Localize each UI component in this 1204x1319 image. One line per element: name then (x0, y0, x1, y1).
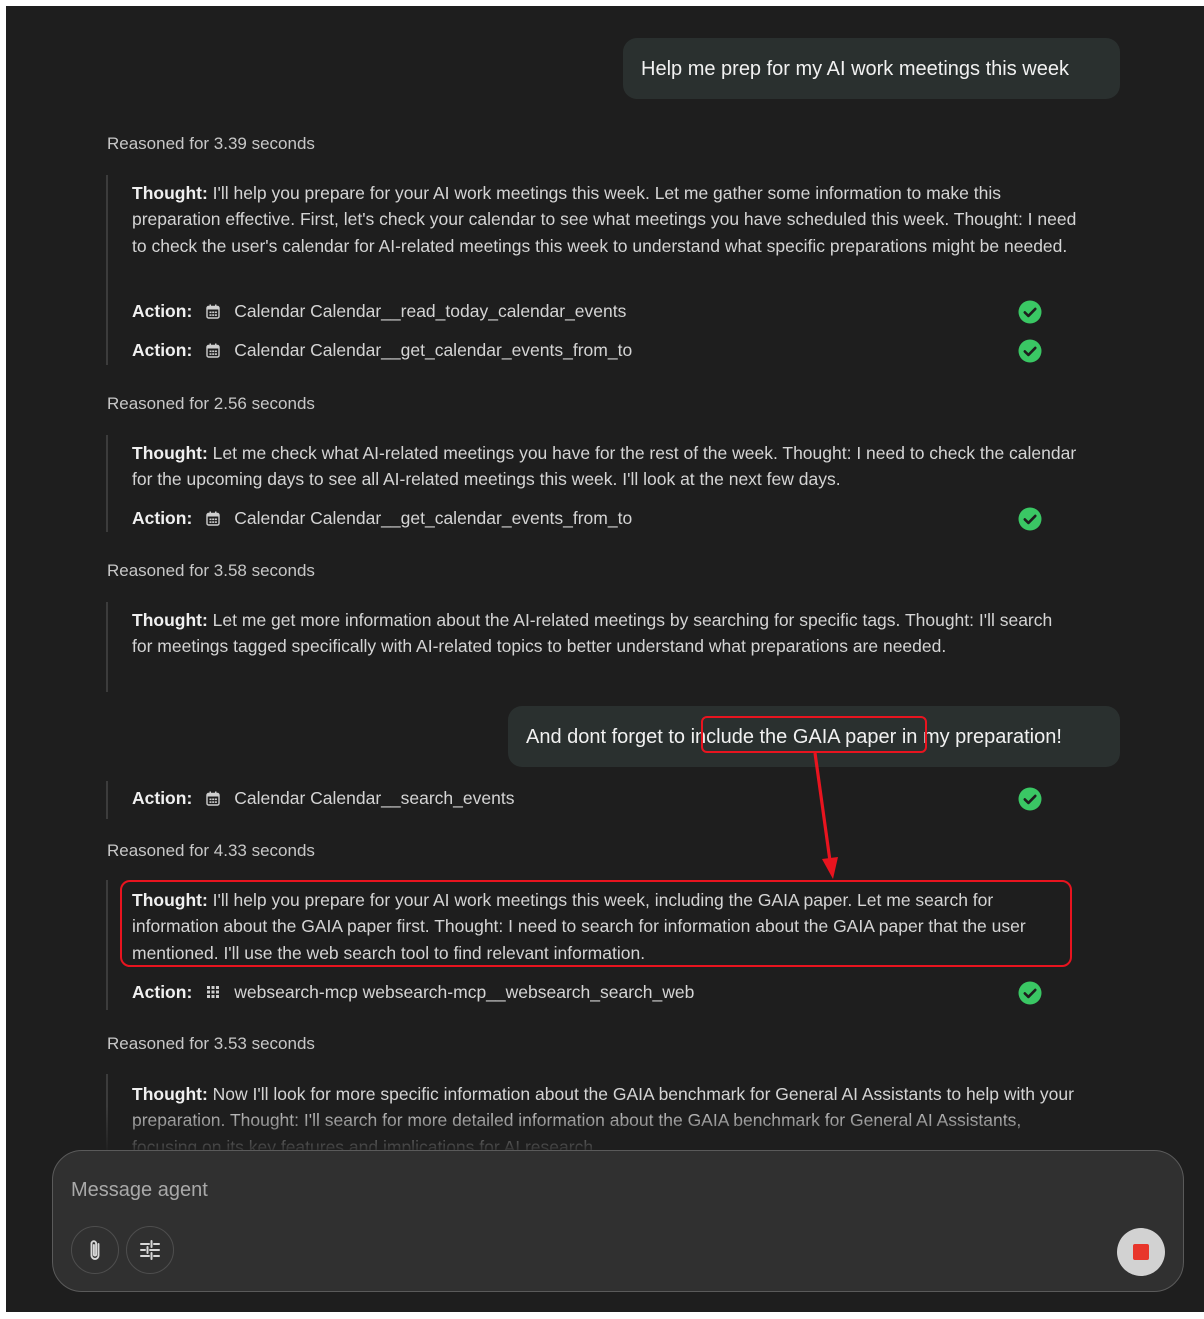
reasoned-duration[interactable]: Reasoned for 2.56 seconds (107, 393, 315, 415)
paperclip-icon (90, 1240, 100, 1260)
message-input[interactable]: Message agent (71, 1179, 208, 1202)
action-label: Action: (132, 300, 193, 321)
success-check-icon (1018, 507, 1042, 531)
thought-text: Thought: Let me get more information abo… (132, 607, 1077, 660)
calendar-icon (205, 790, 221, 806)
success-check-icon (1018, 339, 1042, 363)
message-composer[interactable]: Message agent (52, 1150, 1184, 1292)
reasoned-duration[interactable]: Reasoned for 3.53 seconds (107, 1033, 315, 1055)
thought-text: Thought: Let me check what AI-related me… (132, 440, 1077, 493)
reasoned-duration[interactable]: Reasoned for 3.58 seconds (107, 560, 315, 582)
action-label: Action: (132, 981, 193, 1002)
thought-label: Thought: (132, 1084, 208, 1104)
reasoned-duration[interactable]: Reasoned for 3.39 seconds (107, 133, 315, 155)
calendar-icon (205, 303, 221, 319)
stop-button[interactable] (1117, 1228, 1165, 1276)
sliders-icon (140, 1240, 160, 1260)
scroll-fade (6, 1106, 1204, 1156)
reasoned-duration[interactable]: Reasoned for 4.33 seconds (107, 840, 315, 862)
calendar-icon (205, 342, 221, 358)
action-row: Action: websearch-mcp websearch-mcp__web… (132, 979, 694, 1005)
action-label: Action: (132, 787, 193, 808)
user-message-bubble: Help me prep for my AI work meetings thi… (623, 38, 1120, 99)
stop-icon (1133, 1244, 1149, 1260)
thought-label: Thought: (132, 183, 208, 203)
attach-button[interactable] (71, 1226, 119, 1274)
action-row: Action: Calendar Calendar__read_today_ca… (132, 298, 626, 324)
thought-label: Thought: (132, 610, 208, 630)
calendar-icon (205, 510, 221, 526)
action-row: Action: Calendar Calendar__search_events (132, 785, 514, 811)
action-label: Action: (132, 339, 193, 360)
success-check-icon (1018, 787, 1042, 811)
grid-icon (205, 984, 221, 1000)
success-check-icon (1018, 300, 1042, 324)
thought-text: Thought: I'll help you prepare for your … (132, 180, 1077, 259)
thought-content: Let me get more information about the AI… (132, 610, 1053, 657)
user-message-text: Help me prep for my AI work meetings thi… (641, 57, 1069, 80)
action-text[interactable]: Calendar Calendar__search_events (234, 788, 514, 809)
user-message-text: And dont forget to (526, 725, 691, 748)
action-label: Action: (132, 507, 193, 528)
action-text[interactable]: Calendar Calendar__get_calendar_events_f… (234, 340, 632, 361)
action-row: Action: Calendar Calendar__get_calendar_… (132, 337, 632, 363)
action-text[interactable]: Calendar Calendar__get_calendar_events_f… (234, 508, 632, 529)
action-text[interactable]: Calendar Calendar__read_today_calendar_e… (234, 301, 626, 322)
action-row: Action: Calendar Calendar__get_calendar_… (132, 505, 632, 531)
chat-window: Help me prep for my AI work meetings thi… (6, 6, 1204, 1312)
success-check-icon (1018, 981, 1042, 1005)
thought-label: Thought: (132, 443, 208, 463)
annotation-arrow (813, 752, 838, 879)
highlight-box (120, 880, 1072, 967)
thought-content: I'll help you prepare for your AI work m… (132, 183, 1077, 256)
settings-button[interactable] (126, 1226, 174, 1274)
highlight-box (701, 716, 927, 753)
action-text[interactable]: websearch-mcp websearch-mcp__websearch_s… (234, 982, 694, 1003)
thought-content: Let me check what AI-related meetings yo… (132, 443, 1077, 490)
